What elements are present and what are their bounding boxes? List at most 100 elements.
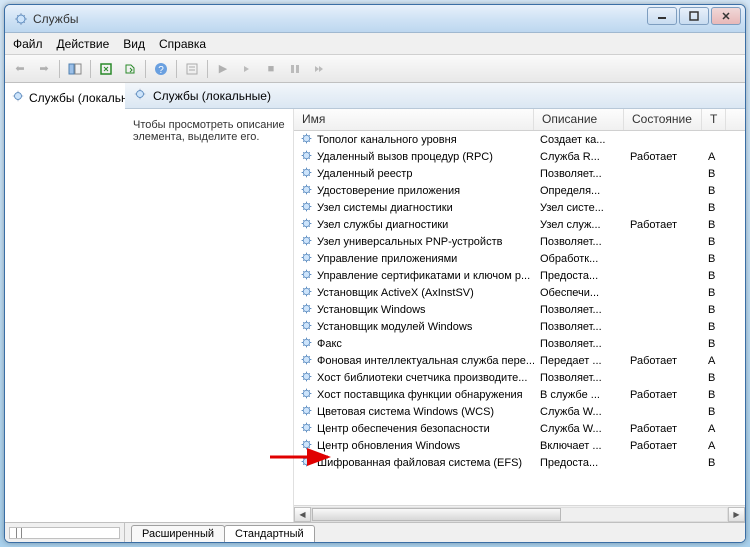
service-name: Узел системы диагностики [317,202,453,214]
service-row[interactable]: Хост библиотеки счетчика производите...П… [294,369,745,386]
service-startup-type: А [702,440,726,452]
service-description: Позволяет... [534,304,624,316]
service-state: Работает [624,423,702,435]
service-gear-icon [300,353,313,369]
service-row[interactable]: Узел универсальных PNP-устройств Позволяе… [294,233,745,250]
service-gear-icon [300,234,313,250]
service-row[interactable]: Хост поставщика функции обнаружения В слу… [294,386,745,403]
column-description[interactable]: Описание [534,109,624,130]
back-button[interactable]: ⬅ [9,58,31,80]
pause2-button[interactable] [284,58,306,80]
service-row[interactable]: Цветовая система Windows (WCS)Служба W..… [294,403,745,420]
show-hide-tree-button[interactable] [64,58,86,80]
forward-button[interactable]: ➡ [33,58,55,80]
service-row[interactable]: Удаленный реестрПозволяет...В [294,165,745,182]
scroll-right-icon[interactable]: ▶ [728,507,745,522]
export-button[interactable] [119,58,141,80]
service-name: Шифрованная файловая система (EFS) [317,457,522,469]
service-name: Фоновая интеллектуальная служба пере... [317,355,534,367]
service-description: Узел служ... [534,219,624,231]
toolbar-separator [90,60,91,78]
tree-item-label: Службы (локальн [29,91,125,105]
service-description: Позволяет... [534,236,624,248]
service-description: Предоста... [534,270,624,282]
service-gear-icon [300,404,313,420]
service-gear-icon [300,336,313,352]
service-row[interactable]: ФаксПозволяет...В [294,335,745,352]
service-gear-icon [300,285,313,301]
service-startup-type: В [702,321,726,333]
service-row[interactable]: Удаленный вызов процедур (RPC)Служба R..… [294,148,745,165]
refresh-button[interactable] [95,58,117,80]
service-row[interactable]: Центр обновления WindowsВключает ...Рабо… [294,437,745,454]
column-startup-type[interactable]: Т [702,109,726,130]
service-startup-type: А [702,423,726,435]
service-row[interactable]: Установщик модулей WindowsПозволяет...В [294,318,745,335]
menu-view[interactable]: Вид [123,37,145,51]
pause-service-button[interactable] [236,58,258,80]
service-description: Определя... [534,185,624,197]
service-state: Работает [624,355,702,367]
properties-button[interactable] [181,58,203,80]
service-gear-icon [300,268,313,284]
titlebar[interactable]: Службы [5,5,745,33]
close-button[interactable] [711,7,741,25]
help-button[interactable]: ? [150,58,172,80]
stop-service-button[interactable]: ■ [260,58,282,80]
column-state[interactable]: Состояние [624,109,702,130]
menubar: Файл Действие Вид Справка [5,33,745,55]
service-name: Тополог канального уровня [317,134,457,146]
window-controls [645,7,741,25]
service-row[interactable]: Шифрованная файловая система (EFS) Предос… [294,454,745,471]
service-state: Работает [624,440,702,452]
service-row[interactable]: Фоновая интеллектуальная служба пере...П… [294,352,745,369]
column-name[interactable]: Имя [294,109,534,130]
tab-extended[interactable]: Расширенный [131,525,225,542]
service-name: Узел службы диагностики [317,219,448,231]
start-service-button[interactable]: ▶ [212,58,234,80]
service-name: Управление сертификатами и ключом р... [317,270,530,282]
restart-button[interactable] [308,58,330,80]
menu-help[interactable]: Справка [159,37,206,51]
minimize-button[interactable] [647,7,677,25]
service-row[interactable]: Узел службы диагностикиУзел служ...Работ… [294,216,745,233]
service-row[interactable]: Управление приложениямиОбработк...В [294,250,745,267]
service-startup-type: В [702,236,726,248]
service-startup-type: В [702,406,726,418]
scroll-left-icon[interactable]: ◀ [294,507,311,522]
service-startup-type: В [702,287,726,299]
service-gear-icon [300,149,313,165]
service-gear-icon [300,421,313,437]
scroll-thumb[interactable] [312,508,561,521]
service-description: Предоста... [534,457,624,469]
service-name: Хост библиотеки счетчика производите... [317,372,527,384]
service-row[interactable]: Удостоверение приложенияОпределя...В [294,182,745,199]
tree-item-services[interactable]: Службы (локальн [5,87,125,108]
detail-panel: Чтобы просмотреть описание элемента, выд… [125,109,293,522]
service-startup-type: В [702,202,726,214]
service-name: Узел универсальных PNP-устройств [317,236,502,248]
list-rows: Тополог канального уровняСоздает ка...Уд… [294,131,745,505]
service-row[interactable]: Управление сертификатами и ключом р... Пр… [294,267,745,284]
menu-action[interactable]: Действие [57,37,110,51]
service-name: Хост поставщика функции обнаружения [317,389,523,401]
menu-file[interactable]: Файл [13,37,43,51]
horizontal-scrollbar[interactable]: ◀ ▶ [294,505,745,522]
service-row[interactable]: Тополог канального уровняСоздает ка... [294,131,745,148]
service-row[interactable]: Установщик WindowsПозволяет...В [294,301,745,318]
service-row[interactable]: Узел системы диагностикиУзел систе...В [294,199,745,216]
svg-text:?: ? [158,65,164,76]
tab-standard[interactable]: Стандартный [224,525,315,542]
service-startup-type: В [702,338,726,350]
service-name: Установщик Windows [317,304,426,316]
sidebar-scroll-strip[interactable] [5,522,124,542]
service-description: В службе ... [534,389,624,401]
window-title: Службы [33,12,78,26]
service-row[interactable]: Установщик ActiveX (AxInstSV)Обеспечи...… [294,284,745,301]
scroll-track[interactable] [311,507,728,522]
service-row[interactable]: Центр обеспечения безопасностиСлужба W..… [294,420,745,437]
services-icon [11,89,25,106]
service-startup-type: А [702,355,726,367]
maximize-button[interactable] [679,7,709,25]
service-gear-icon [300,387,313,403]
